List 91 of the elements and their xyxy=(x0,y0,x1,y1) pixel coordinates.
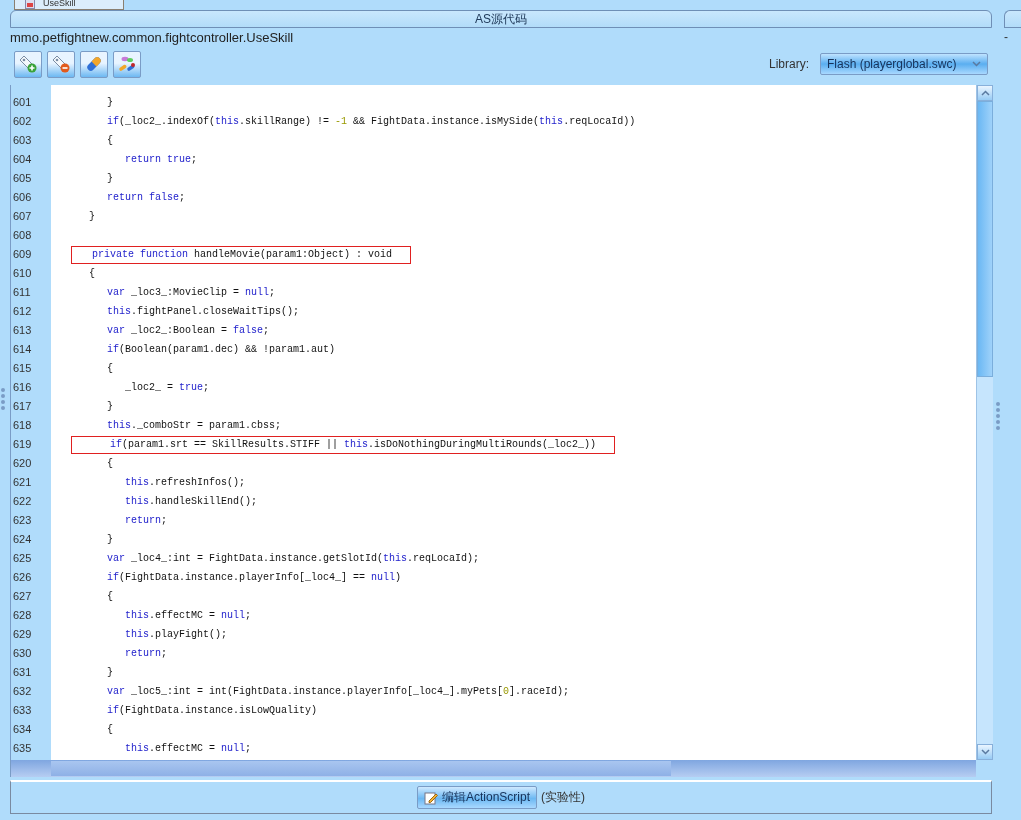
chevron-up-icon xyxy=(980,90,990,96)
pills-icon xyxy=(117,54,137,74)
line-number: 610 xyxy=(12,266,33,281)
line-number: 621 xyxy=(12,475,33,490)
line-number: 618 xyxy=(12,418,33,433)
line-number: 633 xyxy=(12,703,33,718)
line-number: 609 xyxy=(12,247,33,262)
line-number: 623 xyxy=(12,513,33,528)
toolbar-button[interactable] xyxy=(113,50,141,78)
side-mark: - xyxy=(1004,30,1008,44)
line-number: 603 xyxy=(12,133,33,148)
document-tab[interactable]: UseSkill xyxy=(14,0,124,10)
line-number: 619 xyxy=(12,437,33,452)
panel-title: AS源代码 xyxy=(10,10,992,28)
code-line: { xyxy=(88,266,95,281)
line-number: 612 xyxy=(12,304,33,319)
code-line: this.effectMC = null; xyxy=(124,741,252,756)
library-label: Library: xyxy=(769,57,809,71)
line-number: 602 xyxy=(12,114,33,129)
code-line: { xyxy=(106,456,113,471)
capsule-icon xyxy=(84,54,104,74)
chevron-down-icon xyxy=(980,749,990,755)
tag-remove-icon xyxy=(51,54,71,74)
code-line: return; xyxy=(124,513,168,528)
line-number: 613 xyxy=(12,323,33,338)
code-line: } xyxy=(88,209,95,224)
code-line: return true; xyxy=(124,152,198,167)
line-number: 631 xyxy=(12,665,33,680)
line-number: 634 xyxy=(12,722,33,737)
line-number: 608 xyxy=(12,228,33,243)
line-number: 629 xyxy=(12,627,33,642)
chevron-down-icon xyxy=(972,61,981,67)
edit-actionscript-button[interactable]: 编辑ActionScript xyxy=(417,786,537,809)
tag-add-icon xyxy=(18,54,38,74)
line-number: 606 xyxy=(12,190,33,205)
code-line: if(_loc2_.indexOf(this.skillRange) != -1 && FightData.instance.isMySide(this.reqLocaId)) xyxy=(106,114,636,129)
vertical-scrollbar[interactable] xyxy=(976,85,993,760)
toolbar-button[interactable] xyxy=(47,50,75,78)
class-path: mmo.petfightnew.common.fightcontroller.UseSkill xyxy=(10,30,294,45)
code-line: { xyxy=(106,133,113,148)
code-line: this.playFight(); xyxy=(124,627,228,642)
code-line: var _loc5_:int = int(FightData.instance.playerInfo[_loc4_].myPets[0].raceId); xyxy=(106,684,570,699)
line-number: 614 xyxy=(12,342,33,357)
pencil-icon xyxy=(424,790,438,805)
adjacent-panel-title xyxy=(1004,10,1021,28)
code-line: var _loc4_:int = FightData.instance.getSlotId(this.reqLocaId); xyxy=(106,551,480,566)
code-line: if(FightData.instance.isLowQuality) xyxy=(106,703,318,718)
line-number: 616 xyxy=(12,380,33,395)
code-line: if(FightData.instance.playerInfo[_loc4_] == null) xyxy=(106,570,402,585)
line-number: 626 xyxy=(12,570,33,585)
line-number: 605 xyxy=(12,171,33,186)
line-number: 628 xyxy=(12,608,33,623)
horizontal-scrollbar[interactable] xyxy=(11,760,976,777)
code-line: } xyxy=(106,95,113,110)
line-number: 615 xyxy=(12,361,33,376)
line-number: 635 xyxy=(12,741,33,756)
code-line: this.effectMC = null; xyxy=(124,608,252,623)
code-line: this.fightPanel.closeWaitTips(); xyxy=(106,304,300,319)
code-line: { xyxy=(106,361,113,376)
experimental-note: (实验性) xyxy=(541,789,585,806)
library-dropdown[interactable]: Flash (playerglobal.swc) xyxy=(820,53,988,75)
line-number: 627 xyxy=(12,589,33,604)
code-line: _loc2_ = true; xyxy=(124,380,210,395)
code-line: return false; xyxy=(106,190,186,205)
code-line: this._comboStr = param1.cbss; xyxy=(106,418,282,433)
line-number: 611 xyxy=(12,285,32,300)
line-number: 620 xyxy=(12,456,33,471)
code-line: } xyxy=(106,171,113,186)
line-number: 607 xyxy=(12,209,33,224)
line-number: 617 xyxy=(12,399,33,414)
line-number: 604 xyxy=(12,152,33,167)
line-number: 625 xyxy=(12,551,33,566)
line-number: 622 xyxy=(12,494,33,509)
code-line: { xyxy=(106,589,113,604)
line-number: 630 xyxy=(12,646,33,661)
toolbar-button[interactable] xyxy=(80,50,108,78)
code-line: } xyxy=(106,532,113,547)
code-line: this.refreshInfos(); xyxy=(124,475,246,490)
code-line: var _loc3_:MovieClip = null; xyxy=(106,285,276,300)
line-number: 624 xyxy=(12,532,33,547)
code-line: } xyxy=(106,399,113,414)
line-number: 632 xyxy=(12,684,33,699)
code-line: var _loc2_:Boolean = false; xyxy=(106,323,270,338)
code-line: if(Boolean(param1.dec) && !param1.aut) xyxy=(106,342,336,357)
code-line: return; xyxy=(124,646,168,661)
toolbar-button[interactable] xyxy=(14,50,42,78)
code-line: } xyxy=(106,665,113,680)
code-line: this.handleSkillEnd(); xyxy=(124,494,258,509)
file-icon xyxy=(25,0,35,9)
line-number: 601 xyxy=(12,95,33,110)
code-line: { xyxy=(106,722,113,737)
